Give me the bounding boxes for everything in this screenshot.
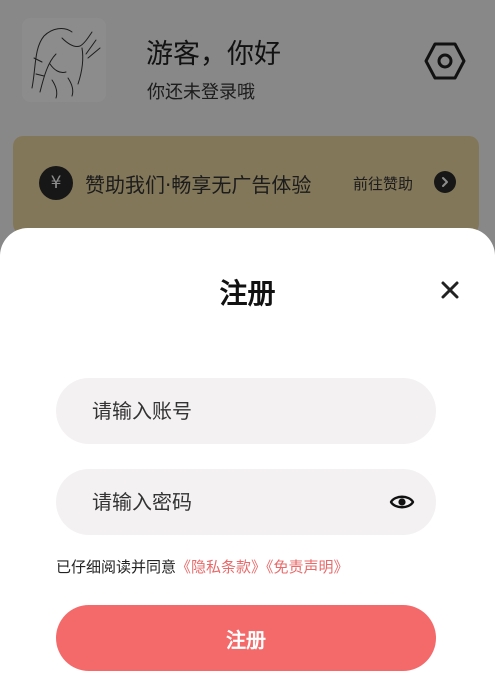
disclaimer-link[interactable]: 《免责声明》 [266, 558, 349, 576]
close-icon [441, 281, 459, 299]
register-button[interactable]: 注册 [56, 605, 436, 671]
agreement-text: 已仔细阅读并同意《隐私条款》《免责声明》 [56, 556, 349, 577]
eye-icon [389, 495, 415, 509]
register-sheet: 注册 已仔细阅读并同意《隐私条款》《免责声明》 注册 [0, 228, 495, 690]
sheet-title: 注册 [219, 277, 276, 310]
password-field[interactable] [56, 469, 436, 535]
account-input[interactable] [92, 378, 382, 444]
account-field[interactable] [56, 378, 436, 444]
agreement-prefix: 已仔细阅读并同意 [56, 558, 177, 576]
privacy-policy-link[interactable]: 《隐私条款》 [176, 558, 266, 576]
password-input[interactable] [92, 469, 382, 535]
close-button[interactable] [436, 276, 464, 304]
toggle-password-button[interactable] [389, 489, 415, 515]
